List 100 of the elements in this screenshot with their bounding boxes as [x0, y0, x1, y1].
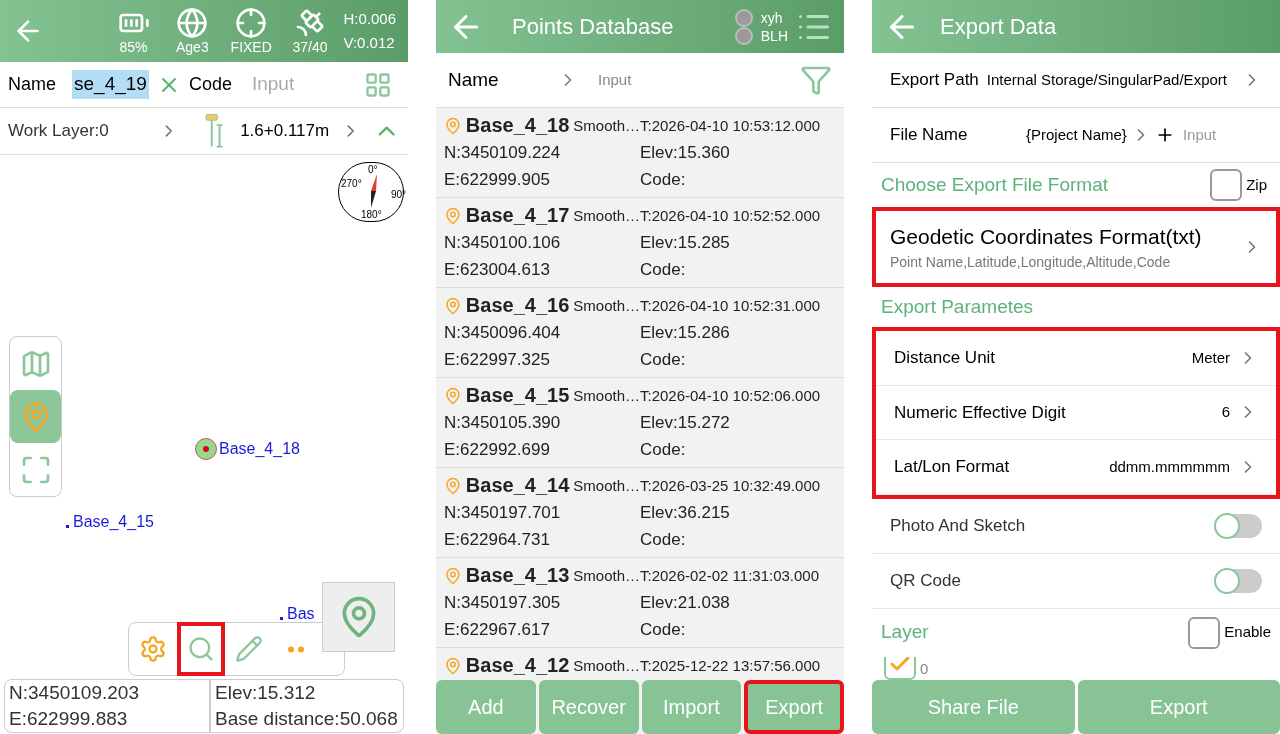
layer-label: 0 — [920, 658, 929, 679]
point-easting: E:622997.325 — [444, 349, 551, 371]
point-search-button[interactable] — [176, 622, 225, 676]
point-icon — [444, 205, 462, 226]
search-field[interactable]: Input — [598, 68, 800, 92]
toggle-switch[interactable] — [1214, 513, 1262, 538]
point-row[interactable]: Base_4_17 Smooth…T:2026-04-10 10:52:52.000 N:3450100.106 Elev:15.285 E:623004.613 Code: — [436, 198, 844, 288]
mode-label: BLH — [760, 26, 788, 45]
point-code: Code: — [640, 349, 687, 371]
point-time: T:2026-04-10 10:52:06.000 — [640, 386, 822, 406]
point-name: Base_4_15 — [465, 383, 570, 408]
pencil-icon — [234, 635, 263, 663]
format-selector[interactable]: Geodetic Coordinates Format(txt) Point Name,Latitude,Longitude,Altitude,Code — [872, 207, 1280, 287]
point-method: Smooth… — [573, 386, 640, 406]
setting-label: File Name — [890, 124, 969, 147]
section-title: Choose Export File Format — [881, 172, 1110, 197]
point-row[interactable]: Base_4_18 Smooth…T:2026-04-10 10:53:12.000 N:3450109.224 Elev:15.360 E:622999.905 Code: — [436, 108, 844, 198]
point-icon — [444, 475, 462, 496]
point-icon — [444, 295, 462, 316]
point-elevation: Elev:36.215 — [640, 502, 731, 524]
point-code: Code: — [640, 259, 687, 281]
toggle-switch[interactable] — [1214, 568, 1262, 593]
section-title: Layer — [881, 620, 930, 645]
export-path-value[interactable]: Internal Storage/SingularPad/Export — [986, 68, 1242, 92]
mode-label: xyh — [760, 8, 783, 27]
coordinate-reading: Base distance:50.068 — [209, 706, 399, 732]
point-easting: E:622964.731 — [444, 529, 551, 551]
setting-label: Photo And Sketch — [890, 514, 1027, 537]
antenna-height[interactable]: 1.6+0.117m — [240, 118, 330, 144]
point-icon — [444, 385, 462, 406]
screen-title: Export Data — [940, 13, 1057, 41]
target-icon — [235, 7, 268, 39]
setting-value[interactable]: ddmm.mmmmmm — [1109, 455, 1230, 478]
format-name: Geodetic Coordinates Format(txt) — [890, 223, 1203, 250]
filter-label: Name — [448, 67, 500, 92]
point-easting: E:623004.613 — [444, 259, 551, 281]
setting-label: Export Path — [890, 69, 979, 92]
setting-label: QR Code — [890, 569, 962, 592]
point-name: Base_4_17 — [465, 203, 570, 228]
status-label: Age3 — [176, 39, 209, 55]
point-northing: N:3450109.224 — [444, 142, 562, 164]
point-method: Smooth… — [573, 476, 640, 496]
globe-icon — [176, 7, 209, 39]
current-point-icon — [195, 438, 217, 460]
compass-label: 270° — [341, 177, 362, 191]
dots-icon — [287, 645, 306, 653]
point-row[interactable]: Base_4_14 Smooth…T:2026-03-25 10:32:49.000 N:3450197.701 Elev:36.215 E:622964.731 Code: — [436, 468, 844, 558]
point-icon — [444, 655, 462, 676]
format-fields: Point Name,Latitude,Longitude,Altitude,Code — [890, 252, 1242, 274]
grid-icon[interactable] — [364, 70, 392, 99]
point-northing: N:3450197.701 — [444, 502, 562, 524]
point-time: T:2025-12-22 13:57:56.000 — [640, 656, 822, 676]
point-row[interactable]: Base_4_15 Smooth…T:2026-04-10 10:52:06.000 N:3450105.390 Elev:15.272 E:622992.699 Code: — [436, 378, 844, 468]
code-label: Code — [188, 73, 232, 96]
name-field[interactable]: se_4_19 — [72, 70, 149, 99]
point-method: Smooth… — [573, 566, 640, 586]
setting-label: Lat/Lon Format — [894, 456, 1011, 478]
enable-checkbox[interactable] — [1188, 616, 1221, 649]
point-method: Smooth… — [573, 656, 640, 676]
setting-label: Distance Unit — [894, 347, 997, 369]
point-easting: E:622999.905 — [444, 169, 551, 191]
map-tool[interactable] — [10, 390, 61, 443]
mode-radio[interactable] — [734, 26, 753, 45]
point-northing: N:3450105.390 — [444, 412, 562, 434]
status-label: 85% — [119, 39, 148, 55]
point-icon — [444, 565, 462, 586]
point-name: Base_4_16 — [465, 293, 570, 318]
search-icon — [186, 635, 215, 663]
file-name-value[interactable]: {Project Name} — [1026, 123, 1127, 147]
filter-icon[interactable] — [800, 64, 832, 96]
point-elevation: Elev:15.285 — [640, 232, 731, 254]
work-layer[interactable]: Work Layer:0 — [8, 118, 160, 144]
mode-radio[interactable] — [734, 8, 753, 27]
checkbox-label: Enable — [1224, 622, 1271, 643]
name-label: Name — [8, 73, 56, 96]
point-label[interactable]: Bas — [287, 602, 315, 626]
point-name: Base_4_12 — [465, 653, 570, 678]
point-label[interactable]: Base_4_18 — [219, 437, 300, 461]
point-elevation: Elev:15.360 — [640, 142, 731, 164]
point-icon — [444, 115, 462, 136]
setting-value[interactable]: Meter — [1191, 346, 1230, 369]
point-code: Code: — [640, 529, 687, 551]
point-northing: N:3450100.106 — [444, 232, 562, 254]
point-method: Smooth… — [573, 116, 640, 136]
point-time: T:2026-03-25 10:32:49.000 — [640, 476, 822, 496]
point-label[interactable]: Base_4_15 — [73, 510, 154, 534]
point-row[interactable]: Base_4_16 Smooth…T:2026-04-10 10:52:31.000 N:3450096.404 Elev:15.286 E:622997.325 Code: — [436, 288, 844, 378]
point-code: Code: — [640, 439, 687, 461]
point-time: T:2026-04-10 10:53:12.000 — [640, 116, 822, 136]
setting-value[interactable]: 6 — [1221, 401, 1230, 424]
point-elevation: Elev:21.038 — [640, 592, 731, 614]
map-pin-button[interactable] — [322, 582, 395, 652]
screen-title: Points Database — [512, 13, 675, 41]
compass-label: 0° — [368, 163, 378, 177]
precision-reading: H:0.006 — [343, 9, 396, 29]
section-title: Export Parametes — [881, 294, 1034, 319]
point-name: Base_4_14 — [465, 473, 570, 498]
point-row[interactable]: Base_4_13 Smooth…T:2026-02-02 11:31:03.000 N:3450197.305 Elev:21.038 E:622967.617 Code: — [436, 558, 844, 648]
point-code: Code: — [640, 619, 687, 641]
zip-checkbox[interactable] — [1210, 169, 1243, 201]
